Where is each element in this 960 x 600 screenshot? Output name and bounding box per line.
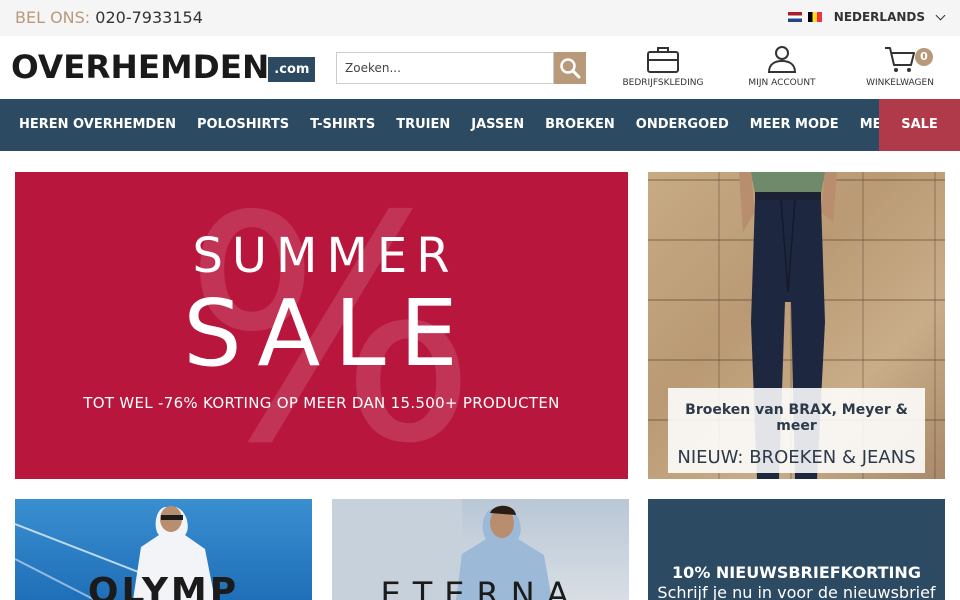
business-wear-label: BEDRIJFSKLEDING bbox=[622, 78, 704, 88]
nav-item-meer-mode[interactable]: MEER MODE bbox=[739, 99, 849, 151]
olymp-brand-tile[interactable]: OLYMP bbox=[15, 499, 312, 600]
search-input[interactable] bbox=[336, 52, 554, 84]
nav-item-ondergoed[interactable]: ONDERGOED bbox=[625, 99, 739, 151]
logo-suffix: .com bbox=[268, 57, 316, 82]
logo-wordmark: OVERHEMDEN bbox=[11, 48, 270, 86]
trousers-card: Broeken van BRAX, Meyer & meer NIEUW: BR… bbox=[668, 388, 925, 473]
briefcase-icon bbox=[647, 47, 679, 73]
cart-label: WINKELWAGEN bbox=[866, 78, 934, 88]
eterna-logo: ETERNA bbox=[380, 575, 581, 600]
language-label: NEDERLANDS bbox=[833, 10, 925, 24]
search-button[interactable] bbox=[554, 52, 586, 84]
cart-count-badge: 0 bbox=[915, 48, 933, 66]
trousers-banner[interactable]: Broeken van BRAX, Meyer & meer NIEUW: BR… bbox=[648, 172, 945, 479]
top-bar: BEL ONS: 020-7933154 NEDERLANDS bbox=[0, 0, 960, 36]
nav-item-sale[interactable]: SALE bbox=[879, 99, 960, 151]
hero-line-summer: SUMMER bbox=[192, 228, 459, 284]
nav-item-poloshirts[interactable]: POLOSHIRTS bbox=[186, 99, 299, 151]
account-label: MIJN ACCOUNT bbox=[748, 78, 816, 88]
hero-line-sale: SALE bbox=[183, 280, 472, 387]
newsletter-title: 10% NIEUWSBRIEFKORTING bbox=[672, 563, 921, 582]
chevron-down-icon bbox=[935, 10, 946, 20]
nav-item-heren-overhemden[interactable]: HEREN OVERHEMDEN bbox=[0, 99, 186, 151]
newsletter-tile[interactable]: 10% NIEUWSBRIEFKORTING Schrijf je nu in … bbox=[648, 499, 945, 600]
search-icon bbox=[560, 58, 581, 79]
trousers-subtitle: NIEUW: BROEKEN & JEANS bbox=[677, 447, 916, 468]
nav-item-t-shirts[interactable]: T-SHIRTS bbox=[300, 99, 386, 151]
account-link[interactable]: MIJN ACCOUNT bbox=[737, 44, 827, 88]
netherlands-flag-icon bbox=[787, 12, 802, 22]
business-wear-link[interactable]: BEDRIJFSKLEDING bbox=[618, 44, 708, 88]
olymp-logo: OLYMP bbox=[87, 571, 240, 600]
site-header: OVERHEMDEN .com BEDRIJFSKLEDING MIJN ACC… bbox=[0, 36, 960, 98]
phone-number[interactable]: 020-7933154 bbox=[95, 8, 203, 27]
newsletter-text: Schrijf je nu in voor de nieuwsbrief bbox=[657, 583, 936, 600]
phone-contact[interactable]: BEL ONS: 020-7933154 bbox=[15, 8, 203, 27]
main-navigation: HEREN OVERHEMDEN POLOSHIRTS T-SHIRTS TRU… bbox=[0, 99, 960, 151]
nav-item-broeken[interactable]: BROEKEN bbox=[535, 99, 626, 151]
hero-subtitle: TOT WEL -76% KORTING OP MEER DAN 15.500+… bbox=[83, 394, 560, 412]
nav-item-jassen[interactable]: JASSEN bbox=[461, 99, 535, 151]
eterna-brand-tile[interactable]: ETERNA bbox=[332, 499, 629, 600]
phone-label: BEL ONS: bbox=[15, 8, 91, 27]
belgium-flag-icon bbox=[807, 12, 822, 22]
trousers-title: Broeken van BRAX, Meyer & meer bbox=[685, 402, 908, 434]
shopping-cart-icon bbox=[885, 47, 915, 72]
search-bar bbox=[336, 52, 586, 84]
nav-item-truien[interactable]: TRUIEN bbox=[386, 99, 461, 151]
summer-sale-banner[interactable]: % SUMMER SALE TOT WEL -76% KORTING OP ME… bbox=[15, 172, 628, 479]
cart-link[interactable]: WINKELWAGEN 0 bbox=[855, 44, 945, 88]
user-icon bbox=[767, 46, 797, 73]
site-logo[interactable]: OVERHEMDEN .com bbox=[11, 48, 316, 86]
language-selector[interactable]: NEDERLANDS bbox=[787, 10, 946, 24]
